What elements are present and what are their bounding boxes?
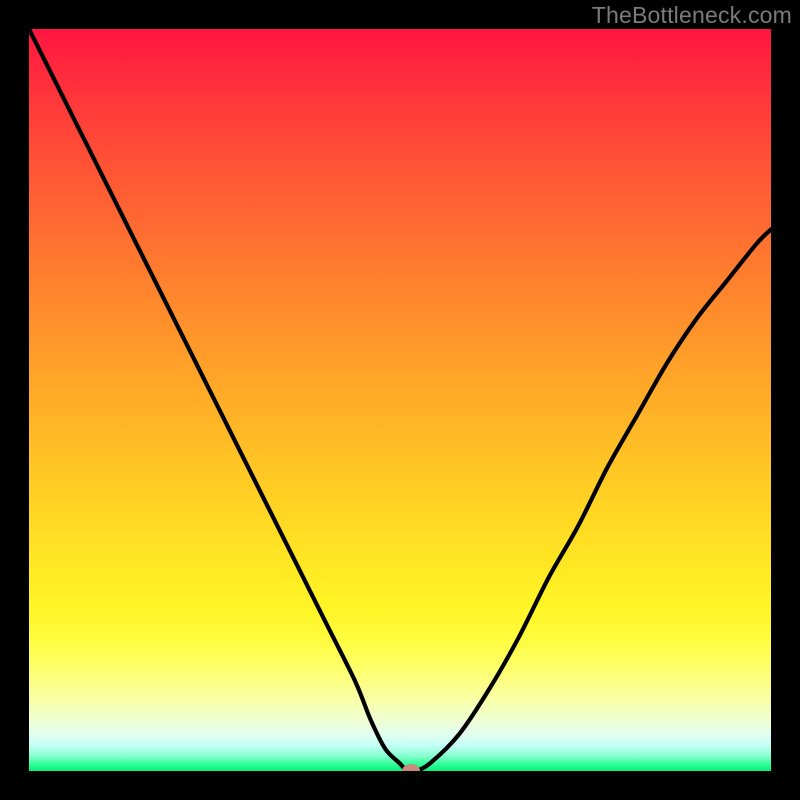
- watermark-text: TheBottleneck.com: [592, 2, 792, 29]
- plot-area: [29, 29, 771, 771]
- optimal-point-marker: [402, 764, 420, 771]
- chart-frame: TheBottleneck.com: [0, 0, 800, 800]
- bottleneck-curve: [29, 29, 771, 771]
